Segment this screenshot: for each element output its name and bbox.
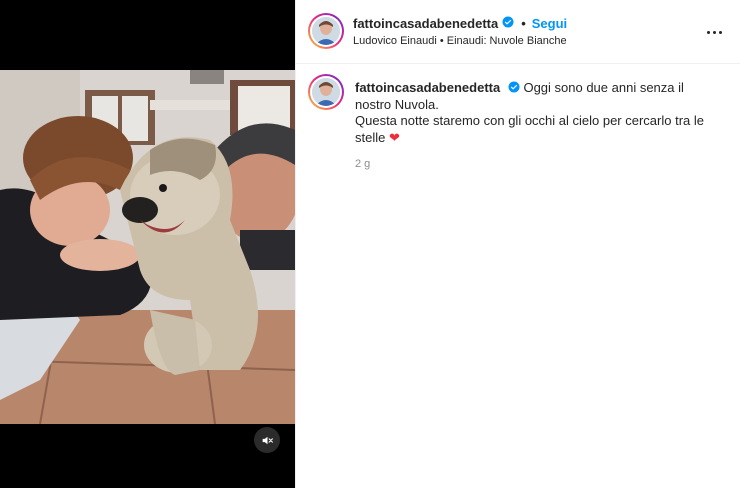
heart-emoji-icon: ❤ [388, 129, 400, 145]
audio-track-link[interactable]: Ludovico Einaudi • Einaudi: Nuvole Bianc… [353, 35, 567, 47]
avatar[interactable] [308, 74, 344, 110]
post-modal: fattoincasadabenedetta • Segui Ludovico … [0, 0, 740, 488]
avatar[interactable] [308, 13, 344, 49]
profile-photo-icon [312, 78, 340, 106]
speaker-muted-icon [262, 436, 273, 444]
username-link[interactable]: fattoincasadabenedetta [353, 16, 498, 31]
post-details-panel: fattoincasadabenedetta • Segui Ludovico … [295, 0, 740, 488]
post-timestamp[interactable]: 2 g [355, 158, 370, 170]
follow-button[interactable]: Segui [532, 16, 567, 31]
profile-photo-icon [312, 17, 340, 45]
separator-dot: • [521, 16, 526, 31]
caption-text: fattoincasadabenedetta Oggi sono due ann… [355, 80, 715, 146]
header-user-row: fattoincasadabenedetta • Segui [353, 16, 567, 31]
more-options-icon[interactable] [707, 24, 725, 40]
caption-username-link[interactable]: fattoincasadabenedetta [355, 80, 500, 95]
post-media[interactable] [0, 0, 295, 488]
post-header: fattoincasadabenedetta • Segui Ludovico … [296, 0, 740, 64]
mute-button[interactable] [254, 427, 280, 453]
caption-line-2: Questa notte staremo con gli occhi al ci… [355, 113, 705, 145]
post-photo [0, 70, 295, 424]
verified-badge-icon [508, 80, 520, 97]
verified-badge-icon [502, 16, 514, 31]
